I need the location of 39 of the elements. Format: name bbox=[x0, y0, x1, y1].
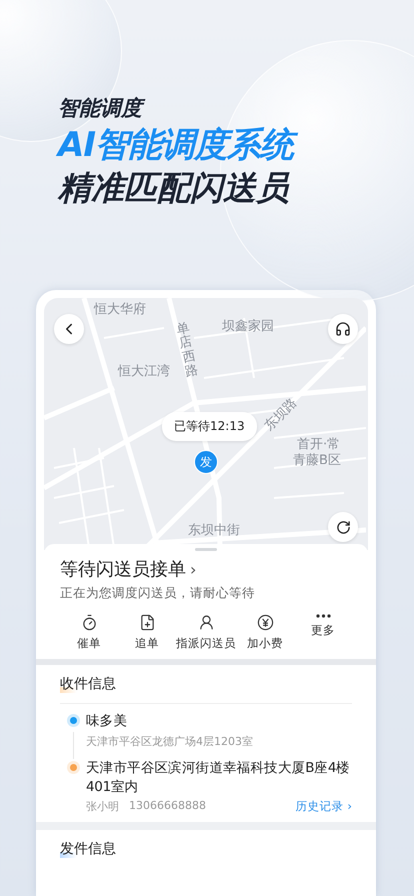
map-road-label: 东坝中街 bbox=[188, 524, 240, 538]
order-status-title: 等待闪送员接单 bbox=[60, 558, 186, 582]
headline-subtitle: 精准匹配闪送员 bbox=[58, 168, 290, 208]
map-road-label: 东坝路 bbox=[262, 396, 300, 434]
order-action-button[interactable]: 更多 bbox=[294, 614, 352, 651]
map-place-label: 坝鑫家园 bbox=[222, 320, 274, 334]
sender-map-pin: 发 bbox=[194, 450, 218, 474]
map-place-label: 首开·常 bbox=[297, 438, 340, 452]
note-add-icon bbox=[138, 614, 156, 631]
yen-coin-icon bbox=[256, 614, 274, 631]
map-road-label: 单店西路 bbox=[175, 321, 200, 380]
contact-phone: 13066668888 bbox=[129, 799, 206, 814]
map-place-label: 青藤B区 bbox=[293, 454, 341, 468]
map-place-label: 恒大江湾 bbox=[118, 365, 170, 380]
stop-name: 味多美 bbox=[86, 712, 128, 731]
order-action-button[interactable]: 指派闪送员 bbox=[176, 614, 236, 651]
section-heading: 收件信息 bbox=[60, 675, 116, 693]
refresh-button[interactable] bbox=[328, 512, 358, 542]
back-button[interactable] bbox=[54, 314, 84, 344]
chevron-icon[interactable]: › bbox=[190, 557, 196, 583]
stop-name: 天津市平谷区滨河街道幸福科技大厦B座4楼401室内 bbox=[86, 759, 351, 797]
headline-title: AI智能调度系统 bbox=[58, 122, 414, 168]
more-icon bbox=[316, 614, 330, 618]
headset-icon bbox=[335, 321, 351, 337]
headline-eyebrow: 智能调度 bbox=[58, 94, 414, 122]
sheet-handle[interactable] bbox=[195, 548, 217, 551]
order-action-button[interactable]: 追单 bbox=[118, 614, 176, 651]
map-place-label: 恒大华府 bbox=[94, 303, 146, 318]
section-heading: 发件信息 bbox=[60, 840, 116, 858]
order-status-subtitle: 正在为您调度闪送员，请耐心等待 bbox=[60, 585, 256, 602]
person-icon bbox=[198, 614, 214, 631]
refresh-icon bbox=[336, 520, 350, 534]
wait-time-bubble: 已等待12:13 bbox=[162, 412, 257, 441]
stop-address: 天津市平谷区龙德广场4层1203室 bbox=[86, 734, 254, 749]
timer-icon bbox=[80, 614, 98, 631]
contact-name: 张小明 bbox=[86, 799, 119, 814]
support-button[interactable] bbox=[328, 314, 358, 344]
order-action-button[interactable]: 催单 bbox=[60, 614, 118, 651]
order-action-button[interactable]: 加小费 bbox=[236, 614, 294, 651]
